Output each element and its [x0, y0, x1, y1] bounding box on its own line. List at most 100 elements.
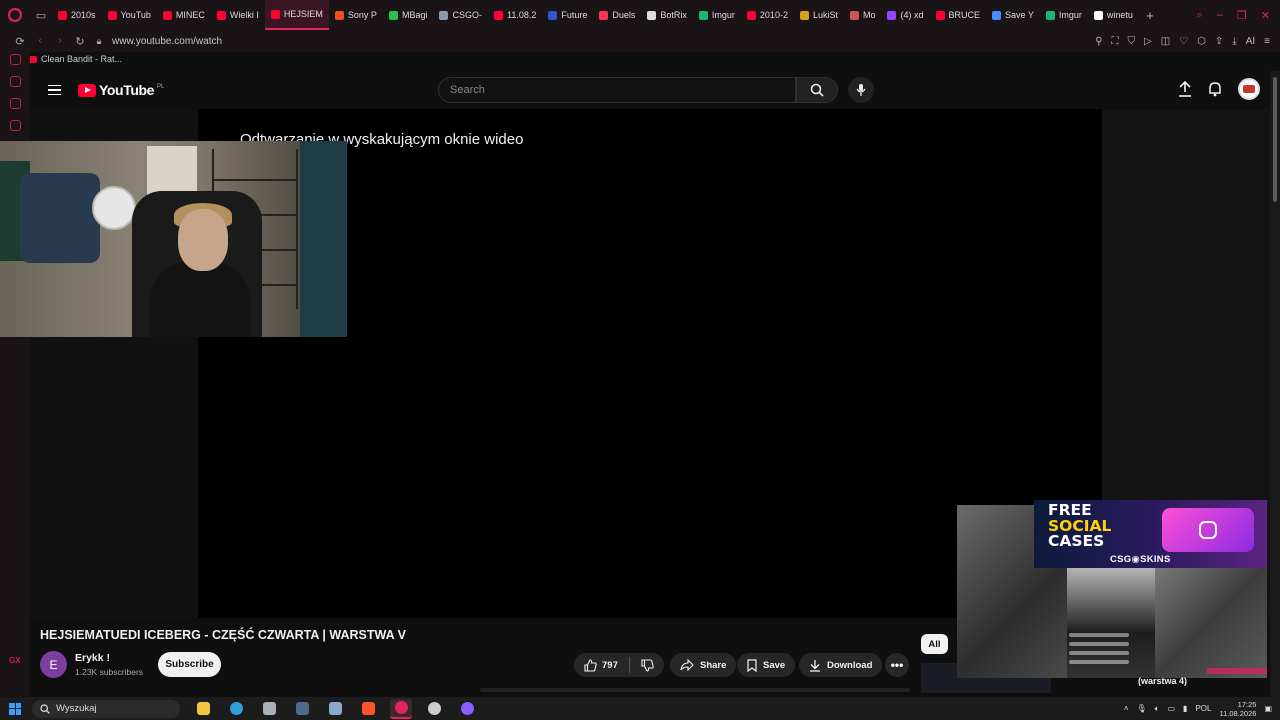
forward-button[interactable]: › — [50, 35, 70, 47]
chip-all[interactable]: All — [921, 634, 948, 654]
microphone-tray-icon[interactable]: 🎙︎ — [1137, 704, 1147, 713]
reload-sync-icon[interactable]: ⟳ — [10, 35, 30, 48]
show-hidden-icons-icon[interactable]: ˄ — [1124, 704, 1129, 713]
browser-tab[interactable]: Imgur — [1040, 0, 1088, 30]
camera-icon[interactable]: ◫ — [1161, 36, 1170, 47]
description-box-edge[interactable] — [480, 688, 910, 692]
browser-tab[interactable]: CSGO- — [433, 0, 488, 30]
search-tabs-icon[interactable]: ⌕ — [1197, 9, 1203, 22]
browser-tab[interactable]: MBagi — [383, 0, 434, 30]
sidebar-gx-icon[interactable]: GX — [9, 656, 21, 665]
taskbar-app-edge[interactable] — [225, 699, 247, 719]
taskbar-app-steam[interactable] — [291, 699, 313, 719]
tab-label: Save Y — [1005, 10, 1034, 20]
minimize-button[interactable]: – — [1217, 9, 1223, 22]
browser-tab[interactable]: HEJSIEM — [264, 0, 329, 30]
new-tab-button[interactable]: + — [1139, 8, 1161, 23]
start-button[interactable] — [0, 702, 30, 715]
browser-tab[interactable]: LukiSt — [794, 0, 844, 30]
bookmark-pin-icon[interactable]: ⚲ — [1095, 36, 1102, 47]
battery-icon[interactable]: ▮ — [1183, 704, 1187, 713]
search-icon — [40, 703, 50, 714]
ai-icon[interactable]: AI — [1246, 36, 1255, 47]
taskbar-search[interactable]: Wyszukaj — [32, 699, 180, 718]
taskbar-app-opera-gx[interactable] — [390, 698, 412, 719]
notifications-bell-icon[interactable] — [1208, 81, 1222, 97]
app-purple-icon — [460, 702, 474, 715]
browser-tab[interactable]: YouTub — [102, 0, 157, 30]
network-icon[interactable]: ▭ — [1167, 704, 1175, 713]
taskbar-app-app-purple[interactable] — [456, 699, 478, 719]
channel-name[interactable]: Erykk ! — [75, 652, 110, 664]
browser-tab[interactable]: (4) xd — [881, 0, 929, 30]
downloads-icon[interactable]: ⤓ — [1232, 36, 1236, 47]
account-avatar[interactable] — [1238, 78, 1260, 100]
browser-tab[interactable]: Future — [542, 0, 593, 30]
share-button[interactable]: Share — [670, 653, 737, 677]
download-label: Download — [827, 659, 873, 671]
browser-tab[interactable]: 2010s — [52, 0, 102, 30]
sidebar-bag-icon[interactable] — [10, 76, 21, 87]
extensions-icon[interactable]: ⬡ — [1197, 36, 1206, 47]
volume-icon[interactable]: 🔈︎ — [1155, 704, 1160, 714]
maximize-button[interactable]: ❐ — [1237, 9, 1247, 22]
voice-search-button[interactable] — [848, 77, 874, 103]
taskbar-app-brave[interactable] — [357, 699, 379, 719]
back-button[interactable]: ‹ — [30, 35, 50, 47]
browser-tab[interactable]: Mo — [844, 0, 882, 30]
more-actions-button[interactable]: ••• — [885, 653, 909, 677]
lock-icon[interactable]: 🔒︎ — [90, 36, 108, 47]
menu-icon[interactable]: ≡ — [1264, 36, 1270, 47]
like-button[interactable]: 797 — [584, 658, 618, 672]
notifications-icon[interactable]: ▣ — [1264, 704, 1272, 713]
vpn-shield-icon[interactable]: ⛉ — [1128, 36, 1136, 47]
search-input[interactable]: Search — [438, 77, 796, 103]
browser-tab[interactable]: BRUCE — [930, 0, 987, 30]
clock-time: 17:25 — [1237, 699, 1257, 709]
browser-tab[interactable]: 2010-2 — [741, 0, 794, 30]
bookmark-item[interactable]: Clean Bandit - Rat... — [28, 52, 122, 66]
masthead-actions — [1178, 78, 1260, 100]
heart-icon[interactable]: ♡ — [1179, 36, 1188, 47]
upload-icon[interactable] — [1178, 81, 1192, 97]
youtube-logo[interactable]: YouTube PL — [78, 82, 164, 98]
search-button[interactable] — [796, 77, 838, 103]
tab-overview-icon[interactable]: ▭ — [30, 0, 52, 30]
opera-gx-logo-icon[interactable] — [0, 0, 30, 30]
taskbar-app-settings[interactable] — [324, 699, 346, 719]
country-code: PL — [157, 84, 165, 90]
browser-tab[interactable]: Sony P — [329, 0, 383, 30]
browser-tab[interactable]: MINEC — [157, 0, 211, 30]
sidebar-twitch-icon[interactable] — [10, 120, 21, 131]
channel-avatar[interactable]: E — [40, 651, 67, 678]
guide-menu-icon[interactable] — [30, 84, 78, 96]
tab-favicon-icon — [58, 10, 67, 20]
download-button[interactable]: Download — [799, 653, 883, 677]
share-icon[interactable]: ⇪ — [1215, 36, 1223, 47]
subscribe-button[interactable]: Subscribe — [158, 652, 221, 677]
browser-tab[interactable]: 11.08.2 — [488, 0, 542, 30]
browser-tab[interactable]: Duels — [593, 0, 641, 30]
snapshot-icon[interactable]: ⛶ — [1112, 36, 1119, 47]
browser-tab[interactable]: winetu — [1088, 0, 1139, 30]
url-field[interactable]: www.youtube.com/watch — [112, 36, 222, 47]
sidebar-chat-icon[interactable] — [10, 98, 21, 109]
clock[interactable]: 17:25 11.08.2026 — [1219, 700, 1256, 718]
save-button[interactable]: Save — [737, 653, 796, 677]
close-window-button[interactable]: ✕ — [1261, 9, 1270, 22]
sidebar-history-icon[interactable] — [10, 54, 21, 65]
browser-tab[interactable]: Imgur — [693, 0, 741, 30]
language-indicator[interactable]: POL — [1195, 704, 1211, 713]
taskbar-app-file-explorer[interactable] — [192, 699, 214, 719]
reload-button[interactable]: ↻ — [70, 35, 90, 48]
taskbar-app-obs[interactable] — [423, 699, 445, 719]
scrollbar-thumb[interactable] — [1273, 77, 1277, 202]
taskbar-app-app-gray[interactable] — [258, 699, 280, 719]
browser-tab[interactable]: Save Y — [986, 0, 1040, 30]
thumbs-down-icon[interactable] — [641, 658, 654, 672]
player-icon[interactable]: ▷ — [1144, 36, 1152, 47]
browser-tab[interactable]: BotRix — [641, 0, 693, 30]
browser-tab[interactable]: Wielki I — [211, 0, 265, 30]
page-scrollbar[interactable] — [1270, 71, 1280, 698]
settings-icon — [328, 702, 342, 715]
